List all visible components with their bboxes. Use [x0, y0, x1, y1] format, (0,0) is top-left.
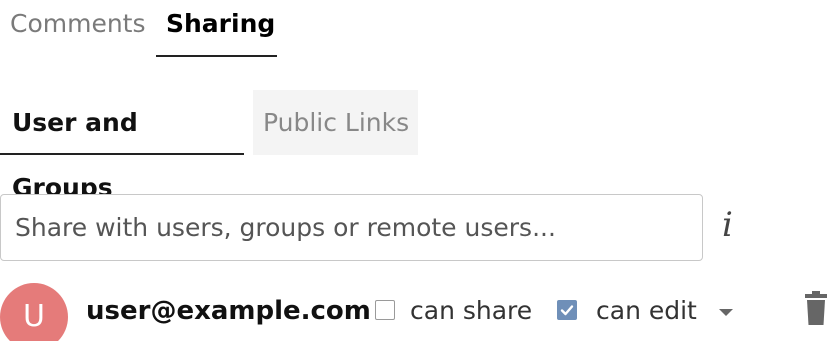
active-tab-indicator	[156, 55, 277, 57]
shared-user-email: user@example.com	[86, 296, 371, 326]
chevron-down-icon[interactable]	[719, 309, 733, 316]
trash-icon[interactable]	[805, 291, 827, 329]
can-share-label[interactable]: can share	[410, 294, 532, 328]
can-edit-checkbox[interactable]	[557, 300, 577, 320]
tab-comments[interactable]: Comments	[10, 8, 146, 40]
subtab-public-links[interactable]: Public Links	[253, 90, 418, 155]
can-share-checkbox[interactable]	[375, 300, 395, 320]
can-edit-label[interactable]: can edit	[596, 294, 697, 328]
subtab-user-and-groups[interactable]: User and Groups	[0, 90, 244, 202]
checkmark-icon	[560, 305, 574, 316]
sharing-panel: Comments Sharing User and Groups Public …	[0, 0, 829, 341]
share-with-input[interactable]	[0, 194, 703, 261]
avatar: U	[0, 283, 68, 341]
info-icon[interactable]: i	[722, 200, 733, 250]
tab-sharing[interactable]: Sharing	[166, 8, 275, 40]
